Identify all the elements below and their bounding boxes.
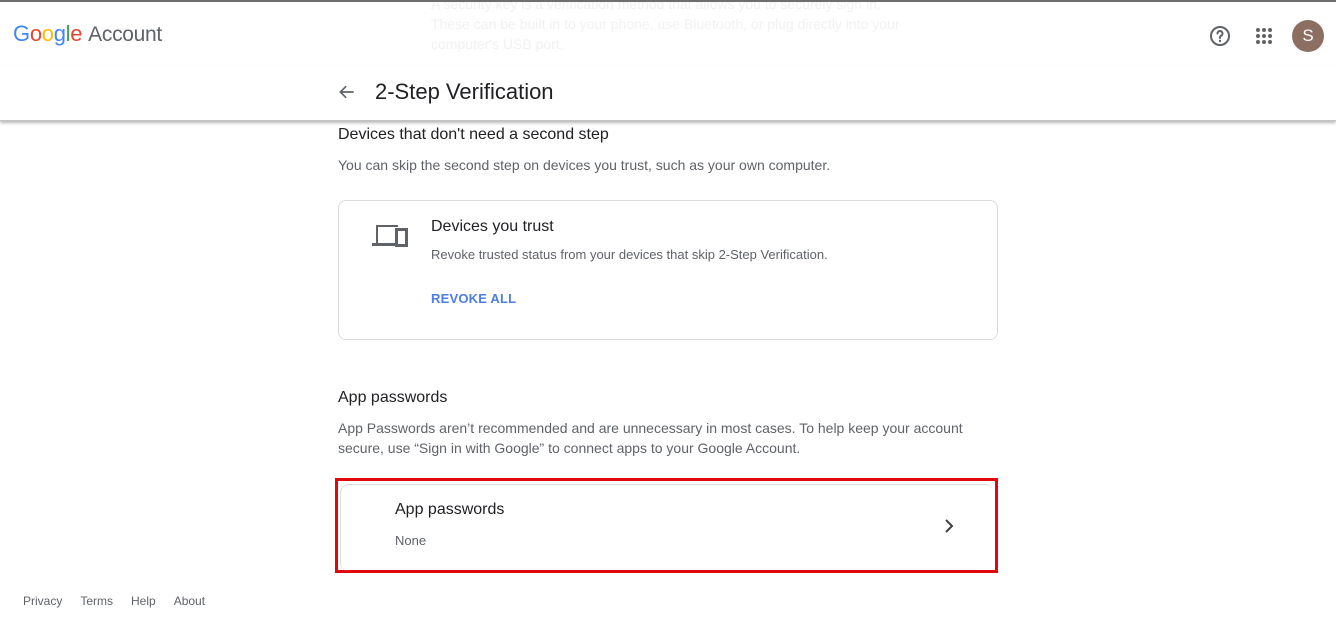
- arrow-back-icon: [339, 85, 354, 99]
- app-passwords-item-value: None: [395, 533, 427, 548]
- help-button[interactable]: [1200, 16, 1240, 56]
- back-button[interactable]: [332, 77, 362, 107]
- logo-letter: o: [29, 21, 42, 46]
- devices-icon: [372, 225, 408, 247]
- page-title-bar: 2-Step Verification: [0, 66, 1336, 121]
- highlight-box: App passwords None: [335, 478, 998, 573]
- footer-link-privacy[interactable]: Privacy: [23, 594, 62, 608]
- help-circle-icon: [1210, 26, 1230, 46]
- logo-letter: e: [70, 21, 83, 46]
- app-passwords-section-title: App passwords: [338, 389, 448, 406]
- account-avatar[interactable]: S: [1292, 20, 1324, 52]
- window-top-border: [0, 0, 1336, 2]
- devices-you-trust-title: Devices you trust: [431, 218, 554, 235]
- footer-link-about[interactable]: About: [174, 594, 205, 608]
- devices-you-trust-description: Revoke trusted status from your devices …: [431, 247, 828, 262]
- footer: Privacy Terms Help About: [23, 594, 223, 608]
- app-passwords-item-title: App passwords: [395, 501, 505, 518]
- app-passwords-item[interactable]: App passwords None: [340, 484, 993, 571]
- google-account-logo[interactable]: G o o g l e Account: [13, 21, 162, 47]
- chevron-right-icon: [945, 519, 954, 533]
- devices-section-description: You can skip the second step on devices …: [338, 157, 831, 173]
- page-title: 2-Step Verification: [375, 79, 554, 104]
- app-passwords-description-line-1: App Passwords aren’t recommended and are…: [338, 420, 963, 436]
- apps-grid-icon: [1256, 28, 1272, 44]
- footer-link-help[interactable]: Help: [131, 594, 156, 608]
- devices-you-trust-card: Devices you trust Revoke trusted status …: [338, 200, 998, 340]
- logo-letter: G: [13, 21, 30, 46]
- header-actions: S: [1196, 16, 1324, 56]
- revoke-all-button[interactable]: REVOKE ALL: [431, 291, 516, 306]
- logo-letter: g: [53, 21, 66, 46]
- app-passwords-description-line-2: secure, use “Sign in with Google” to con…: [338, 440, 801, 456]
- footer-link-terms[interactable]: Terms: [80, 594, 113, 608]
- app-header: G o o g l e Account S: [0, 0, 1336, 66]
- devices-section-title: Devices that don't need a second step: [338, 126, 609, 143]
- google-apps-button[interactable]: [1244, 16, 1284, 56]
- logo-product-name: Account: [88, 23, 162, 46]
- logo-letter: o: [41, 21, 54, 46]
